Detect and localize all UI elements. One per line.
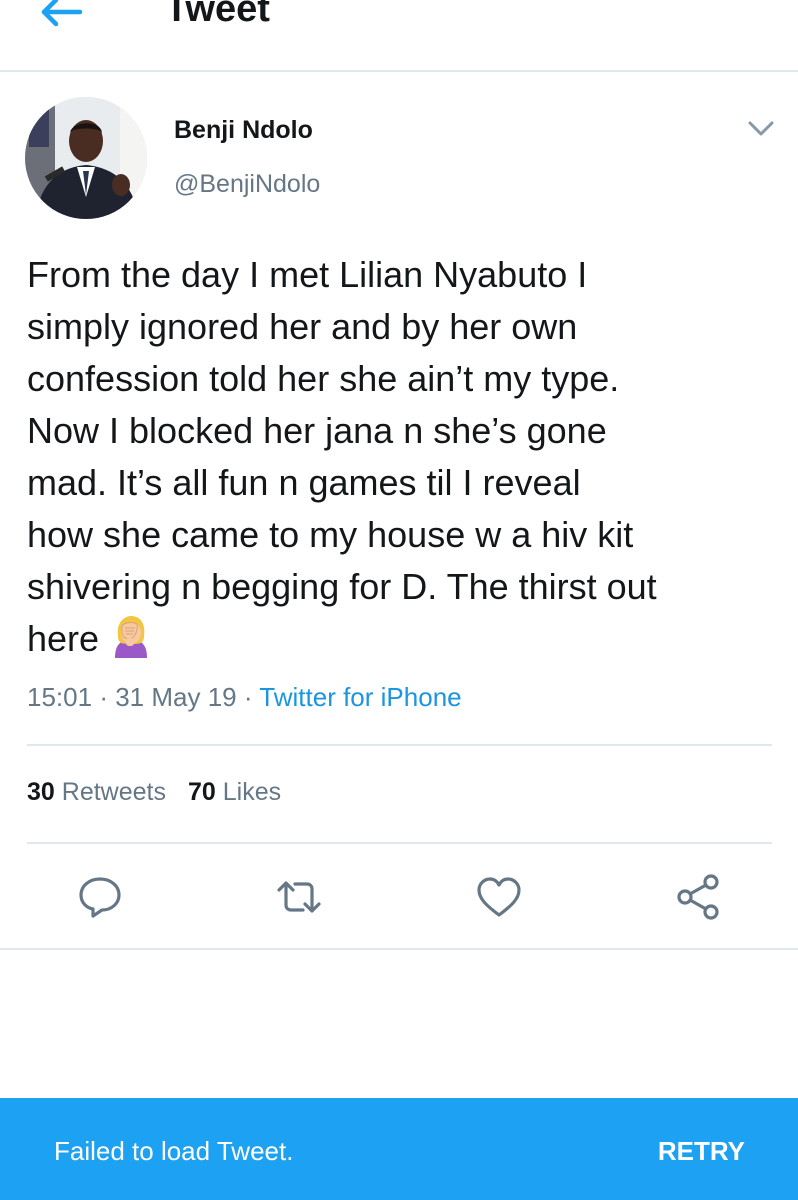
- back-arrow-icon[interactable]: [36, 0, 86, 30]
- tweet-date: 31 May 19: [115, 682, 237, 712]
- top-app-bar: Tweet: [0, 0, 798, 72]
- likes-count: 70: [187, 778, 216, 806]
- retry-button[interactable]: RETRY: [658, 1136, 745, 1167]
- chevron-down-icon[interactable]: [745, 117, 777, 141]
- snackbar-message: Failed to load Tweet.: [54, 1136, 294, 1166]
- tweet-text-line: how she came to my house w a hiv kit: [27, 514, 634, 555]
- retweets-count: 30: [27, 778, 55, 806]
- tweet-text-line: here: [27, 618, 100, 659]
- divider: [0, 948, 798, 950]
- retweets-label: Retweets: [61, 778, 166, 806]
- likes-label: Likes: [222, 778, 282, 806]
- meta-separator: ·: [243, 682, 253, 712]
- reply-icon[interactable]: [76, 873, 124, 921]
- page-title: Tweet: [165, 0, 270, 30]
- retweets-stat[interactable]: 30 Retweets: [27, 778, 166, 806]
- tweet-text: From the day I met Lilian Nyabuto I simp…: [27, 249, 772, 665]
- tweet-text-line: confession told her she ain’t my type.: [27, 358, 620, 399]
- avatar[interactable]: [25, 97, 147, 219]
- tweet-stats: 30 Retweets 70 Likes: [27, 778, 281, 807]
- author-name[interactable]: Benji Ndolo: [174, 116, 313, 145]
- like-icon[interactable]: [475, 873, 523, 921]
- tweet-text-line: Now I blocked her jana n she’s gone: [27, 410, 607, 451]
- woman-facepalming-icon: [111, 614, 151, 659]
- share-icon[interactable]: [674, 873, 722, 921]
- tweet-text-line: simply ignored her and by her own: [27, 306, 578, 347]
- tweet-source-link[interactable]: Twitter for iPhone: [259, 682, 461, 712]
- retweet-icon[interactable]: [275, 873, 323, 921]
- tweet-text-line: shivering n begging for D. The thirst ou…: [27, 566, 657, 607]
- tweet-meta: 15:01 · 31 May 19 · Twitter for iPhone: [27, 682, 462, 713]
- tweet-time: 15:01: [27, 682, 93, 712]
- meta-separator: ·: [99, 682, 108, 712]
- tweet-text-line: From the day I met Lilian Nyabuto I: [27, 254, 588, 295]
- divider: [27, 744, 772, 746]
- snackbar: Failed to load Tweet. RETRY: [0, 1098, 798, 1200]
- tweet-text-line: mad. It’s all fun n games til I reveal: [27, 462, 581, 503]
- likes-stat[interactable]: 70 Likes: [188, 778, 281, 806]
- tweet-text-line-last: here: [27, 613, 772, 665]
- divider: [27, 842, 772, 844]
- author-handle[interactable]: @BenjiNdolo: [174, 170, 320, 199]
